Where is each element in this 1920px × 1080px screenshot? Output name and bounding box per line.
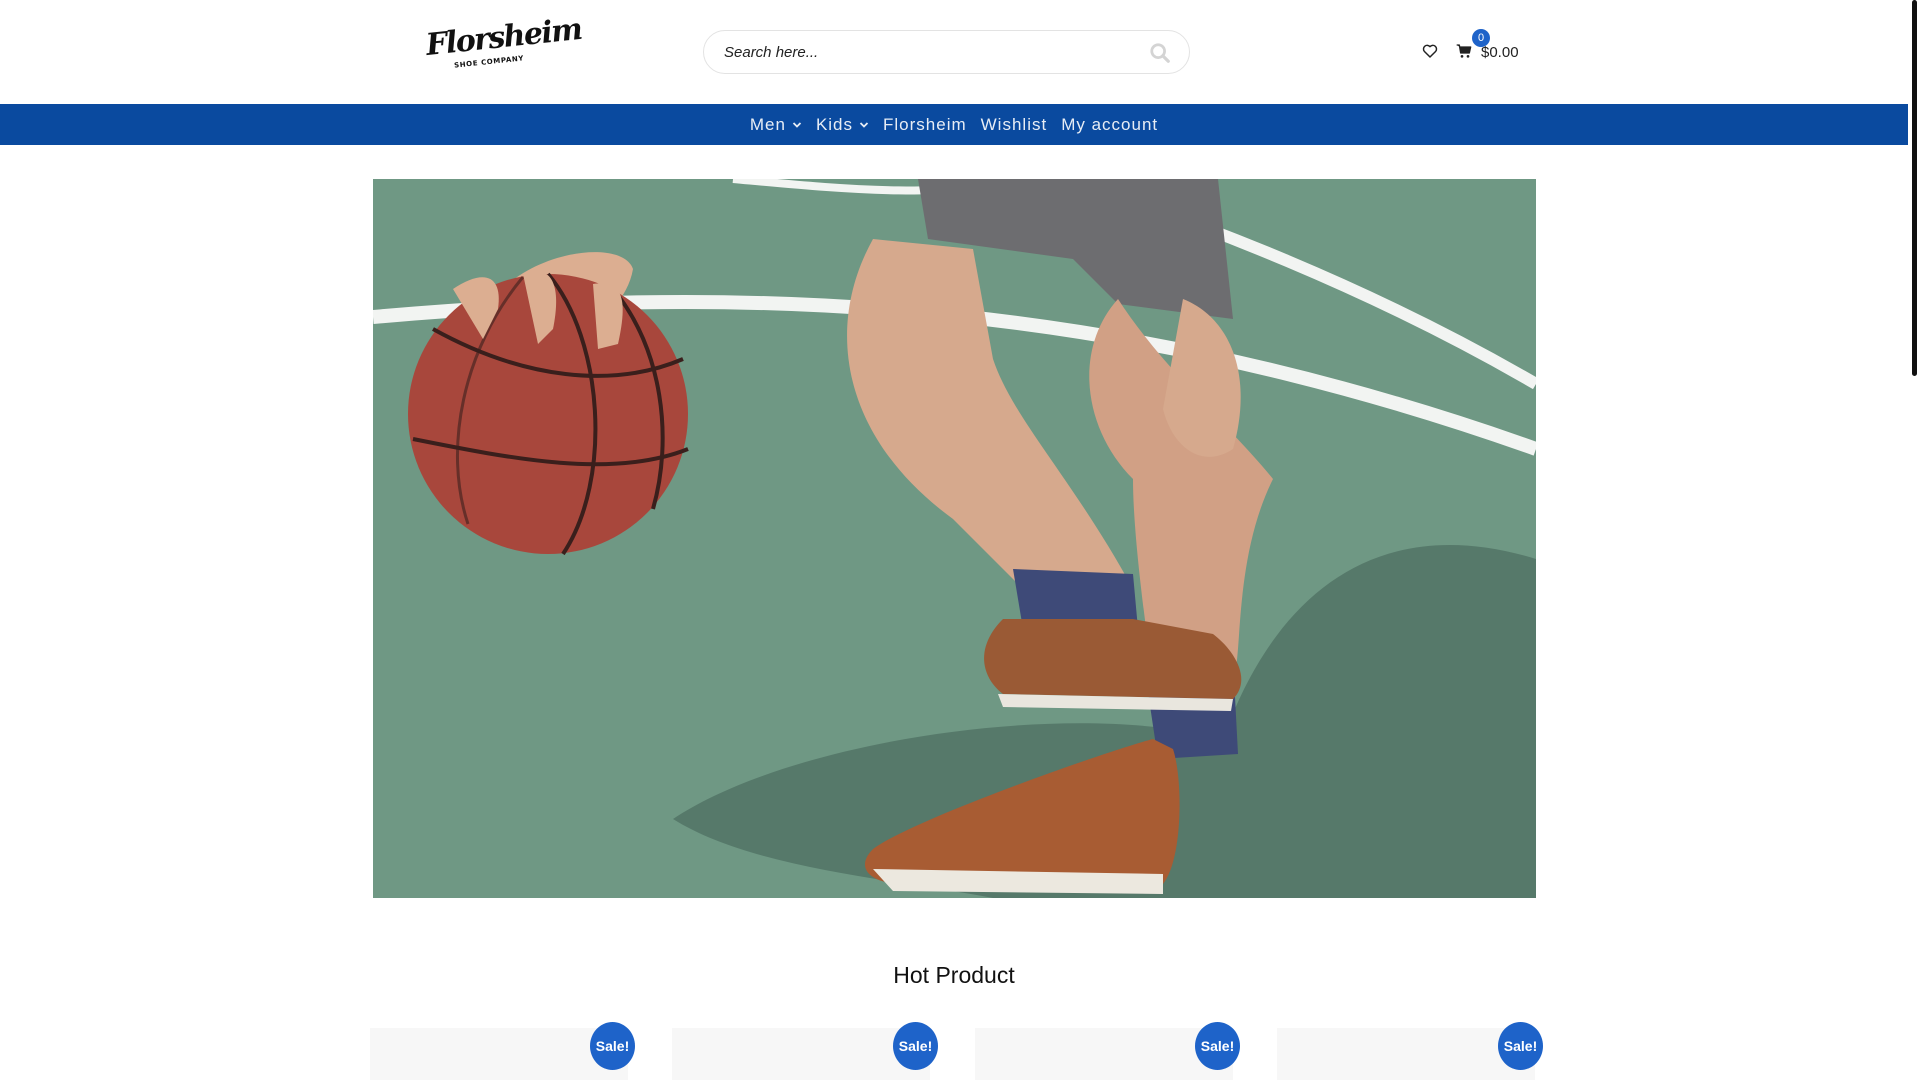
product-card[interactable] (1277, 1028, 1535, 1080)
nav-item-my-account[interactable]: My account (1061, 115, 1158, 135)
cart-button[interactable]: 0 $0.00 (1456, 29, 1566, 64)
search-input[interactable] (724, 31, 1124, 73)
nav-item-label: Kids (815, 114, 854, 134)
nav-item-label: Florsheim (883, 114, 967, 134)
hero-banner-image[interactable] (373, 179, 1536, 898)
chevron-down-icon (859, 121, 869, 128)
nav-item-florsheim[interactable]: Florsheim (883, 115, 967, 135)
cart-total: $0.00 (1481, 44, 1519, 61)
florsheim-logo[interactable]: Florsheim SHOE COMPANY (424, 12, 583, 74)
product-card[interactable] (370, 1028, 628, 1080)
cart-icon (1456, 44, 1472, 58)
hero-basketball-illustration (373, 179, 1536, 898)
logo-script: Florsheim (424, 11, 584, 63)
nav-item-label: Men (749, 114, 786, 134)
product-card[interactable] (672, 1028, 930, 1080)
nav-item-kids[interactable]: Kids (816, 115, 869, 135)
nav-item-label: Wishlist (980, 114, 1048, 134)
site-header: Florsheim SHOE COMPANY 0 $0.00 (0, 0, 1908, 104)
hot-product-heading: Hot Product (893, 962, 1015, 988)
sale-badge: Sale! (1498, 1022, 1543, 1070)
main-navigation: Men Kids Florsheim Wishlist My account (0, 104, 1908, 145)
nav-item-label: My account (1061, 114, 1159, 134)
nav-item-men[interactable]: Men (750, 115, 802, 135)
search-icon[interactable] (1149, 42, 1171, 64)
sale-badge: Sale! (1195, 1022, 1240, 1070)
search-bar (703, 30, 1190, 74)
sale-badge: Sale! (893, 1022, 938, 1070)
page-scrollbar[interactable] (1908, 0, 1920, 1080)
heart-icon[interactable] (1422, 43, 1438, 59)
scrollbar-thumb[interactable] (1912, 0, 1917, 376)
chevron-down-icon (792, 121, 802, 128)
nav-item-wishlist[interactable]: Wishlist (981, 115, 1048, 135)
sale-badge: Sale! (590, 1022, 635, 1070)
product-card[interactable] (975, 1028, 1233, 1080)
